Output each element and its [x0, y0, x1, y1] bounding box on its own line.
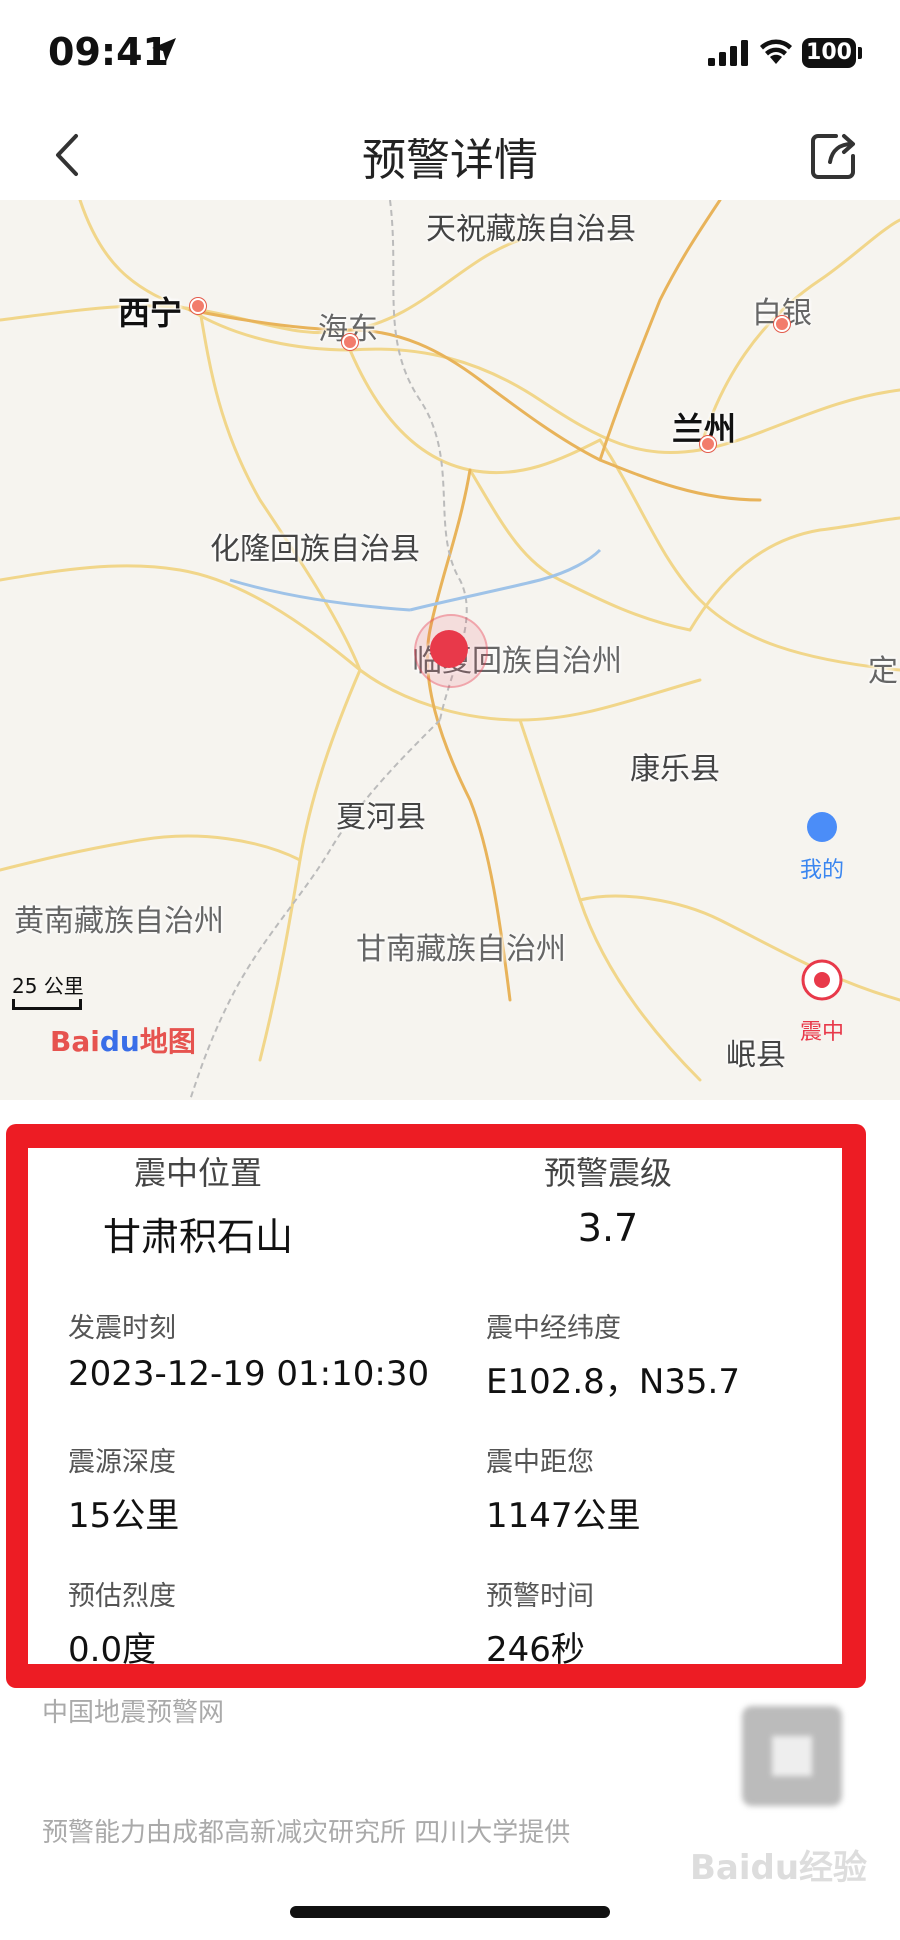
distance-label: 震中距您 — [486, 1447, 594, 1478]
map-label-min: 岷县 — [726, 1038, 786, 1073]
baidu-jingyan-watermark: Baidu经验 — [690, 1848, 868, 1888]
city-marker-haidong — [342, 334, 358, 350]
map-scale-label: 25 公里 — [12, 974, 84, 998]
cellular-signal-icon — [708, 40, 748, 66]
credit-text: 预警能力由成都高新减灾研究所 四川大学提供 — [42, 1818, 571, 1848]
baidu-map-logo: Baidu地图 — [50, 1020, 196, 1060]
epicenter-label: 震中 — [799, 1020, 844, 1045]
quake-time-value: 2023-12-19 01:10:30 — [68, 1354, 430, 1394]
status-bar: 09:41 100 — [0, 0, 900, 110]
map-label-xining: 西宁 — [118, 294, 183, 332]
location-arrow-icon — [152, 38, 176, 62]
epicenter-location-value: 甘肃积石山 — [102, 1215, 293, 1259]
battery-nub — [858, 47, 862, 59]
my-location-label: 我的 — [799, 858, 844, 883]
map-label-huangnan: 黄南藏族自治州 — [14, 904, 224, 939]
map-label-xiahe: 夏河县 — [336, 800, 426, 835]
target-icon — [801, 959, 843, 1001]
city-marker-lanzhou — [700, 436, 716, 452]
battery-icon: 100 — [802, 38, 856, 68]
map-scale-bar — [12, 999, 82, 1010]
intensity-label: 预估烈度 — [68, 1581, 176, 1612]
share-button[interactable] — [806, 128, 862, 184]
epicenter-location-label: 震中位置 — [133, 1154, 262, 1192]
my-location-icon — [807, 812, 837, 842]
qr-code[interactable] — [742, 1706, 842, 1806]
warning-time-value: 246秒 — [486, 1630, 585, 1670]
depth-value: 15公里 — [68, 1496, 180, 1536]
map-view[interactable]: 天祝藏族自治县 西宁 海东 白银 兰州 化隆回族自治县 临夏回族自治州 定 康乐… — [0, 200, 900, 1100]
intensity-value: 0.0度 — [68, 1630, 157, 1670]
logo-du: du — [99, 1025, 140, 1058]
wifi-icon — [760, 39, 792, 64]
epicenter-marker[interactable] — [430, 630, 468, 668]
map-label-hualong: 化隆回族自治县 — [210, 532, 420, 567]
epicenter-button[interactable]: 震中 — [782, 958, 862, 1046]
city-marker-xining — [190, 298, 206, 314]
magnitude-label: 预警震级 — [543, 1154, 672, 1192]
my-location-button[interactable]: 我的 — [782, 812, 862, 884]
map-label-tianzhu: 天祝藏族自治县 — [426, 212, 636, 247]
logo-map: 地图 — [139, 1025, 196, 1058]
depth-label: 震源深度 — [68, 1447, 176, 1478]
distance-value: 1147公里 — [486, 1496, 641, 1536]
logo-bai: Bai — [50, 1025, 100, 1058]
city-marker-baiyin — [774, 316, 790, 332]
coordinates-label: 震中经纬度 — [486, 1313, 621, 1344]
qr-code-center — [772, 1736, 812, 1776]
source-link[interactable]: 中国地震预警网 — [42, 1692, 224, 1729]
map-label-kangle: 康乐县 — [630, 752, 720, 787]
page-title: 预警详情 — [362, 135, 538, 186]
home-indicator[interactable] — [290, 1906, 610, 1918]
map-scale: 25 公里 — [12, 970, 84, 1010]
quake-info-card: 震中位置 甘肃积石山 预警震级 3.7 发震时刻 2023-12-19 01:1… — [28, 1148, 842, 1670]
warning-time-label: 预警时间 — [486, 1581, 594, 1612]
navigation-bar: 预警详情 — [0, 110, 900, 200]
magnitude-value: 3.7 — [577, 1206, 639, 1250]
map-label-ding: 定 — [868, 654, 898, 689]
quake-time-label: 发震时刻 — [68, 1313, 176, 1344]
coordinates-value: E102.8，N35.7 — [486, 1362, 740, 1402]
map-label-gannan: 甘南藏族自治州 — [356, 932, 566, 967]
